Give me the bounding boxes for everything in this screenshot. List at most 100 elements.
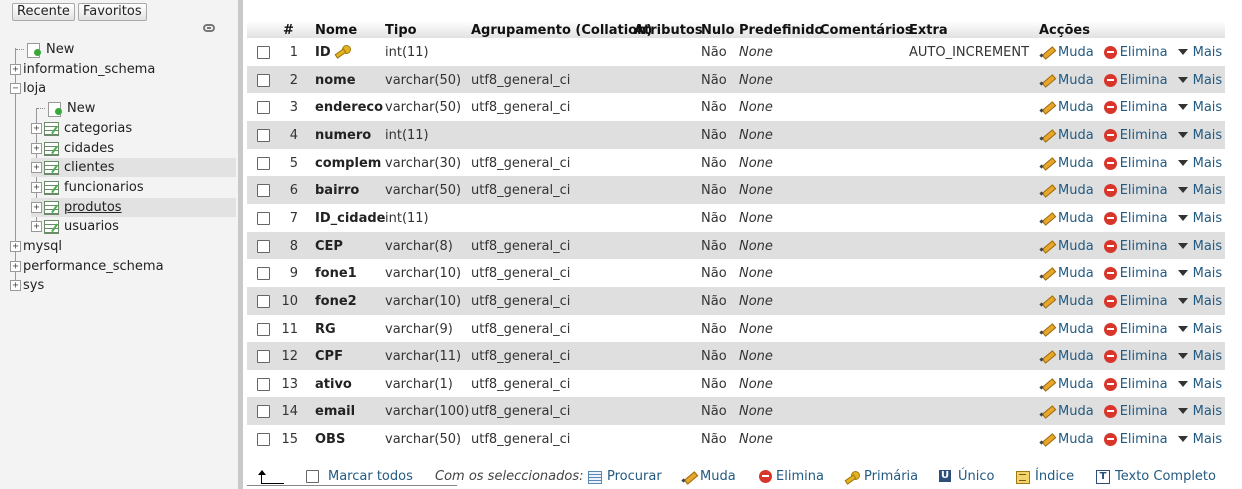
more-button[interactable]: Mais xyxy=(1177,266,1222,281)
drop-button[interactable]: Elimina xyxy=(1103,294,1168,309)
drop-label[interactable]: Elimina xyxy=(1120,432,1168,447)
tree-item-new[interactable]: New xyxy=(10,40,236,59)
drop-selected-label[interactable]: Elimina xyxy=(776,469,824,484)
more-label[interactable]: Mais xyxy=(1193,239,1223,254)
change-button[interactable]: Muda xyxy=(1039,239,1094,254)
row-checkbox[interactable] xyxy=(257,432,270,446)
drop-button[interactable]: Elimina xyxy=(1103,73,1168,88)
tree-item-clientes[interactable]: + clientes xyxy=(31,158,236,177)
tree-item-mysql[interactable]: + mysql xyxy=(10,237,236,256)
row-checkbox[interactable] xyxy=(257,377,270,391)
header-num[interactable]: # xyxy=(283,23,294,38)
drop-label[interactable]: Elimina xyxy=(1120,128,1168,143)
more-label[interactable]: Mais xyxy=(1193,377,1223,392)
expand-icon[interactable]: + xyxy=(10,64,21,75)
row-checkbox[interactable] xyxy=(257,183,270,197)
expand-icon[interactable]: + xyxy=(31,221,42,232)
check-all-label[interactable]: Marcar todos xyxy=(328,469,413,484)
expand-icon[interactable]: + xyxy=(31,123,42,134)
expand-icon[interactable]: + xyxy=(10,280,21,291)
change-label[interactable]: Muda xyxy=(1058,432,1094,447)
row-checkbox[interactable] xyxy=(257,404,270,418)
more-button[interactable]: Mais xyxy=(1177,211,1223,226)
tree-item-label[interactable]: usuarios xyxy=(64,219,119,234)
drop-selected-button[interactable]: Elimina xyxy=(759,469,824,484)
more-button[interactable]: Mais xyxy=(1177,349,1222,364)
more-button[interactable]: Mais xyxy=(1177,377,1223,392)
more-button[interactable]: Mais xyxy=(1177,294,1222,309)
drop-label[interactable]: Elimina xyxy=(1120,377,1168,392)
change-button[interactable]: Muda xyxy=(1039,266,1094,281)
collapse-icon[interactable]: − xyxy=(10,83,21,94)
change-label[interactable]: Muda xyxy=(1058,100,1094,115)
row-checkbox[interactable] xyxy=(257,211,270,225)
tree-item-categorias[interactable]: + categorias xyxy=(31,119,236,138)
more-label[interactable]: Mais xyxy=(1193,322,1223,337)
change-selected-label[interactable]: Muda xyxy=(700,469,736,484)
row-checkbox[interactable] xyxy=(257,156,270,170)
change-selected-button[interactable]: Muda xyxy=(681,469,736,484)
row-checkbox[interactable] xyxy=(257,128,270,142)
tree-item-cidades[interactable]: + cidades xyxy=(31,139,236,158)
change-button[interactable]: Muda xyxy=(1039,128,1094,143)
check-all[interactable]: Marcar todos xyxy=(306,469,413,484)
change-label[interactable]: Muda xyxy=(1058,73,1094,88)
change-label[interactable]: Muda xyxy=(1058,239,1094,254)
header-comments[interactable]: Comentários xyxy=(820,23,913,38)
more-label[interactable]: Mais xyxy=(1193,128,1223,143)
change-button[interactable]: Muda xyxy=(1039,404,1094,419)
nav-divider[interactable] xyxy=(238,0,243,489)
drop-label[interactable]: Elimina xyxy=(1120,266,1168,281)
tree-item-new[interactable]: New xyxy=(31,99,236,118)
change-button[interactable]: Muda xyxy=(1039,211,1094,226)
tab-favorites[interactable]: Favoritos xyxy=(77,3,147,21)
more-button[interactable]: Mais xyxy=(1177,128,1223,143)
index-label[interactable]: Índice xyxy=(1035,469,1074,484)
link-icon[interactable] xyxy=(203,24,215,32)
expand-icon[interactable]: + xyxy=(31,182,42,193)
expand-icon[interactable]: + xyxy=(31,143,42,154)
drop-label[interactable]: Elimina xyxy=(1120,294,1168,309)
header-attributes[interactable]: Atributos xyxy=(634,23,703,38)
expand-icon[interactable]: + xyxy=(10,261,21,272)
drop-button[interactable]: Elimina xyxy=(1103,266,1168,281)
change-label[interactable]: Muda xyxy=(1058,183,1094,198)
more-label[interactable]: Mais xyxy=(1193,183,1223,198)
header-default[interactable]: Predefinido xyxy=(739,23,823,38)
more-button[interactable]: Mais xyxy=(1177,100,1222,115)
change-label[interactable]: Muda xyxy=(1058,404,1094,419)
primary-label[interactable]: Primária xyxy=(864,469,918,484)
drop-label[interactable]: Elimina xyxy=(1120,73,1168,88)
change-button[interactable]: Muda xyxy=(1039,377,1094,392)
more-label[interactable]: Mais xyxy=(1193,73,1223,88)
expand-icon[interactable]: + xyxy=(31,202,42,213)
unique-button[interactable]: Único xyxy=(938,469,994,484)
change-button[interactable]: Muda xyxy=(1039,432,1094,447)
tree-item-label[interactable]: produtos xyxy=(64,200,122,215)
unique-label[interactable]: Único xyxy=(958,469,994,484)
drop-button[interactable]: Elimina xyxy=(1103,211,1168,226)
drop-label[interactable]: Elimina xyxy=(1120,183,1168,198)
more-label[interactable]: Mais xyxy=(1193,211,1223,226)
more-button[interactable]: Mais xyxy=(1177,156,1222,171)
drop-label[interactable]: Elimina xyxy=(1120,156,1168,171)
more-label[interactable]: Mais xyxy=(1193,404,1223,419)
expand-icon[interactable]: + xyxy=(31,162,42,173)
row-checkbox[interactable] xyxy=(257,349,270,363)
fulltext-label[interactable]: Texto Completo xyxy=(1115,469,1216,484)
drop-button[interactable]: Elimina xyxy=(1103,239,1168,254)
change-button[interactable]: Muda xyxy=(1039,156,1094,171)
drop-button[interactable]: Elimina xyxy=(1103,432,1168,447)
drop-label[interactable]: Elimina xyxy=(1120,322,1168,337)
change-label[interactable]: Muda xyxy=(1058,211,1094,226)
tree-item-label[interactable]: sys xyxy=(23,278,44,293)
index-button[interactable]: Índice xyxy=(1015,469,1074,484)
drop-button[interactable]: Elimina xyxy=(1103,322,1168,337)
row-checkbox[interactable] xyxy=(257,45,270,59)
change-label[interactable]: Muda xyxy=(1058,266,1094,281)
row-checkbox[interactable] xyxy=(257,73,270,87)
tree-item-label[interactable]: New xyxy=(67,101,95,116)
more-button[interactable]: Mais xyxy=(1177,183,1223,198)
drop-label[interactable]: Elimina xyxy=(1120,239,1168,254)
primary-button[interactable]: Primária xyxy=(844,469,918,484)
